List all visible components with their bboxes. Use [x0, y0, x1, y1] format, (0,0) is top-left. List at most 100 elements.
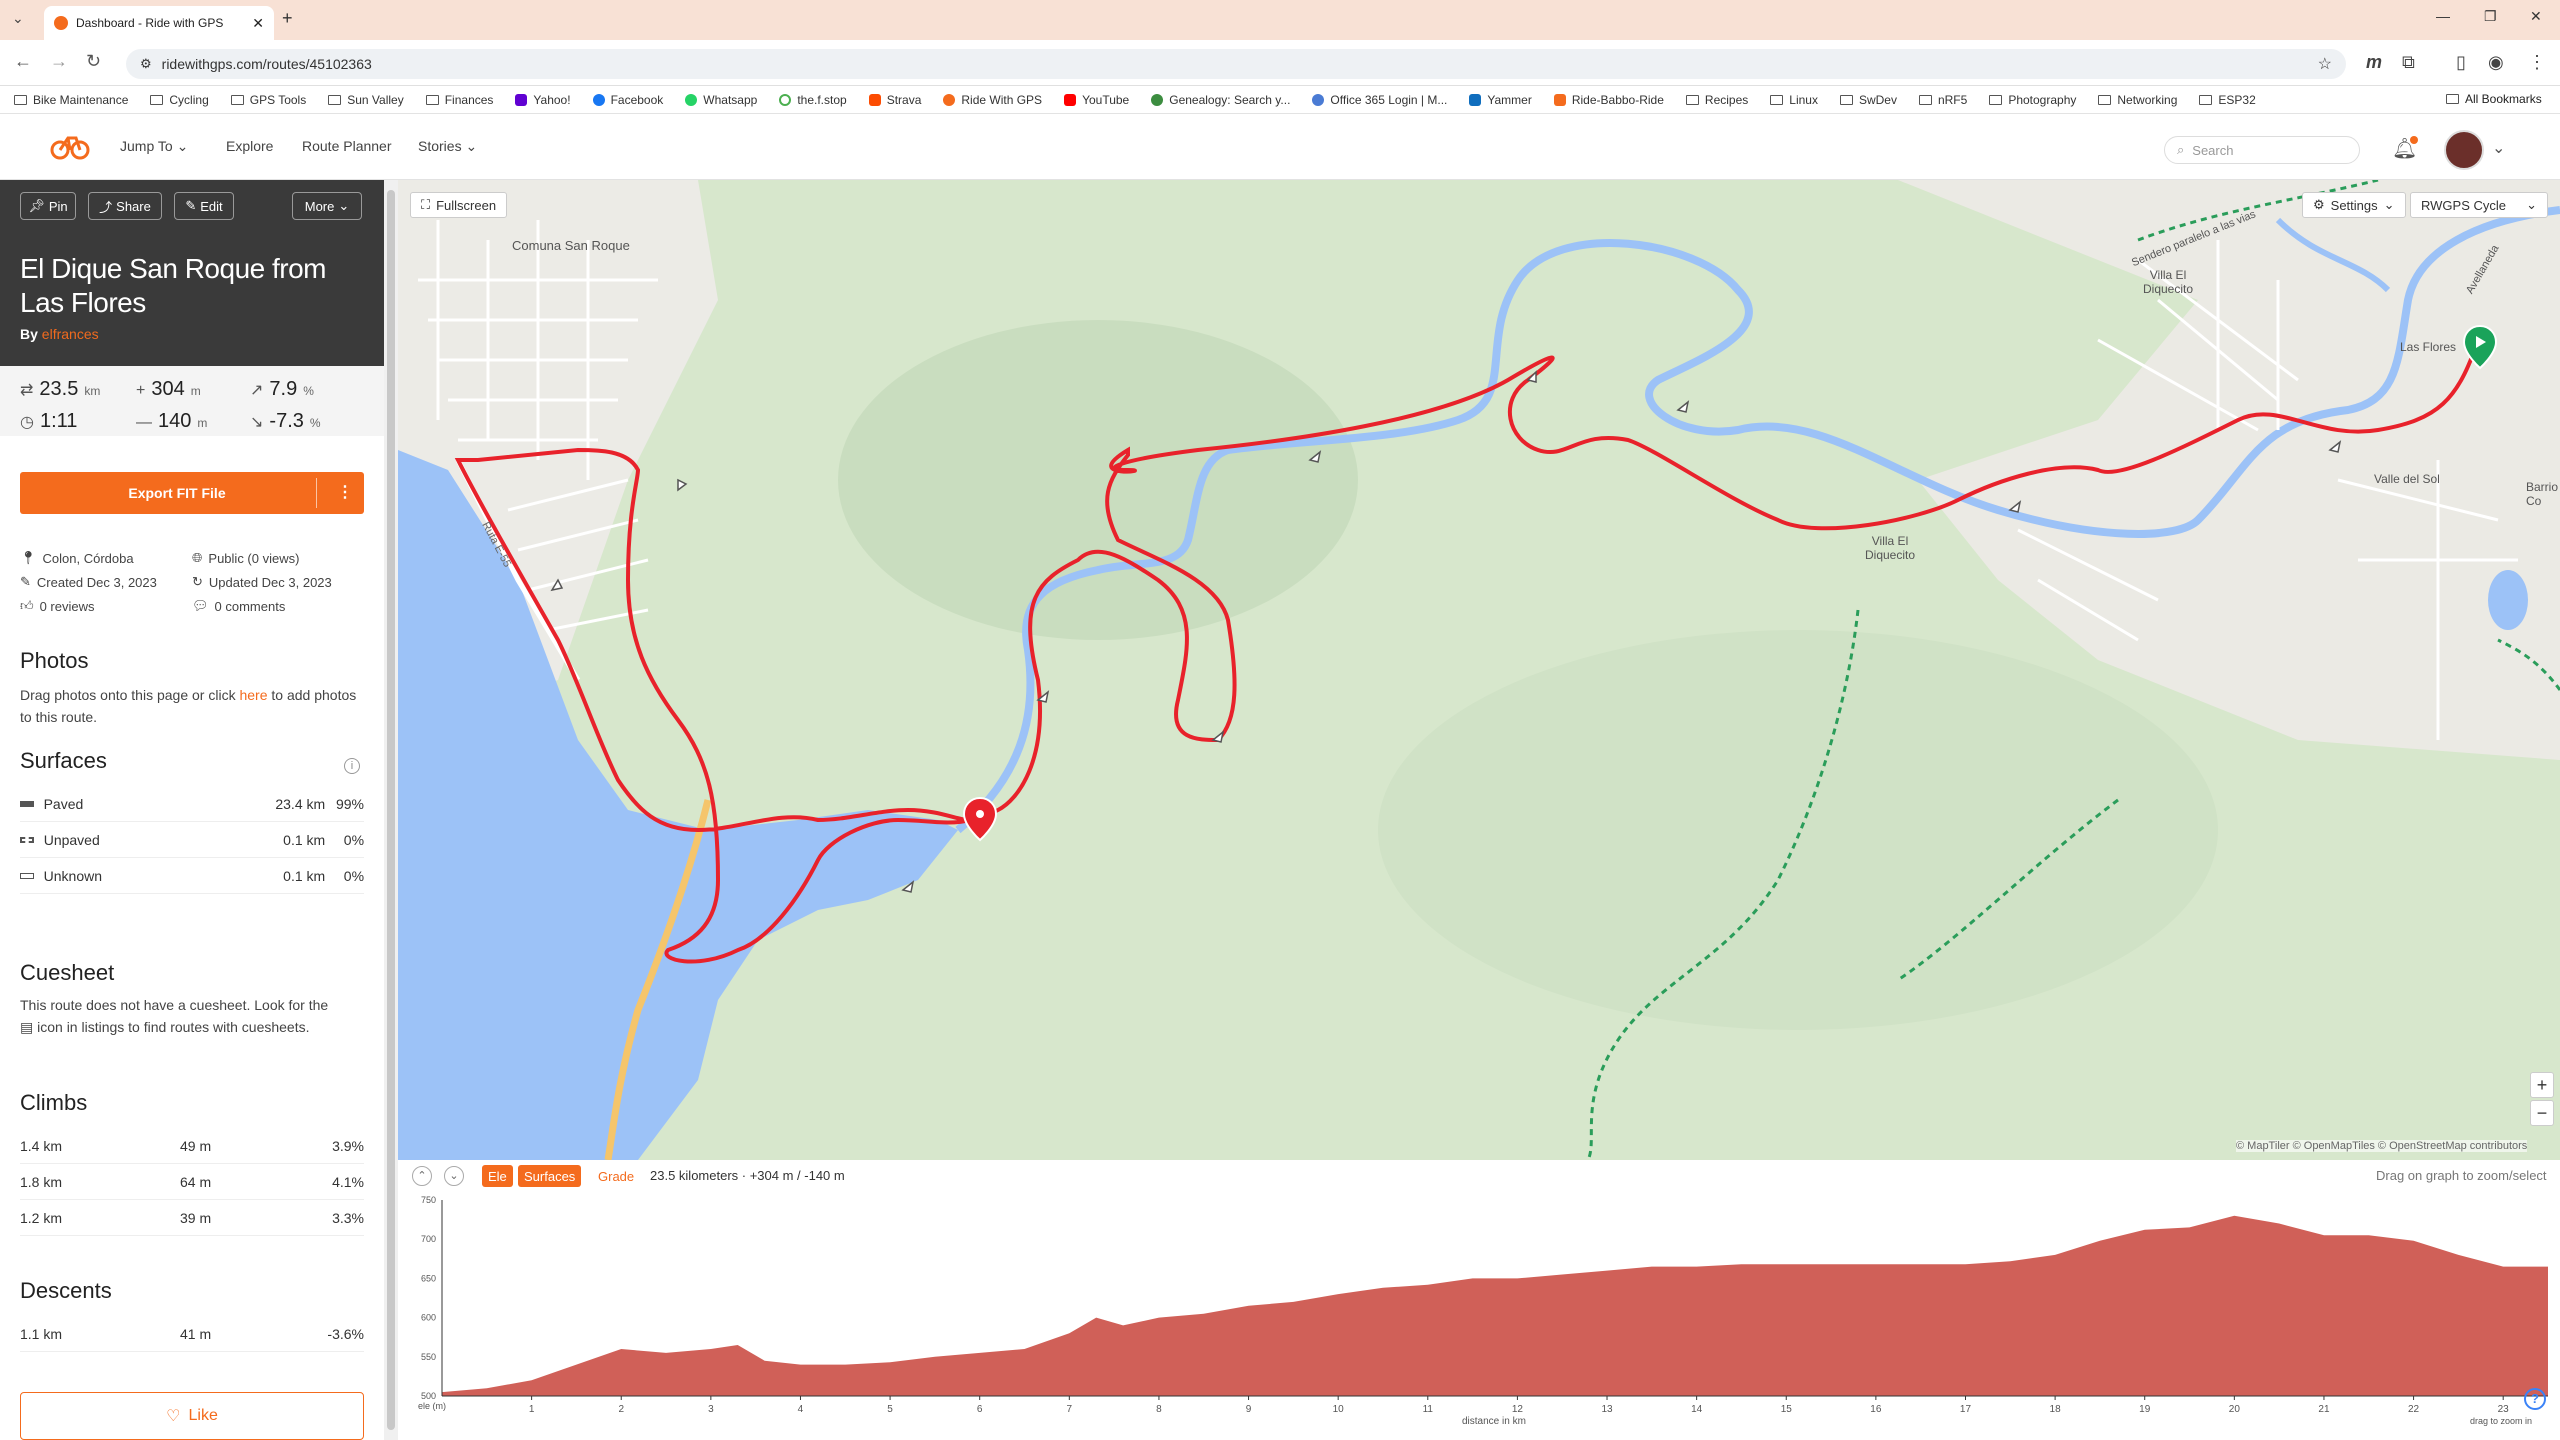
map-label-villa-south: Villa El Diquecito — [1864, 534, 1916, 562]
bookmark-item[interactable]: the.f.stop — [779, 93, 847, 107]
avatar[interactable] — [2444, 130, 2484, 170]
photos-upload-link[interactable]: here — [239, 687, 267, 703]
surfaces-tab[interactable]: Surfaces — [518, 1165, 582, 1187]
side-panel-icon[interactable]: ▯ — [2456, 52, 2466, 73]
address-bar[interactable]: ⚙ ridewithgps.com/routes/45102363 ☆ — [126, 49, 2346, 79]
ride-babbo-icon — [1553, 93, 1566, 106]
elevation-chart[interactable]: 500550600650700750 1 2 3 4 5 6 7 8 9 10 11 12 13 14 15… — [398, 1190, 2560, 1440]
restore-icon[interactable]: ❐ — [2484, 8, 2497, 25]
route-map[interactable]: Comuna San Roque Villa El Diquecito Las … — [398, 180, 2560, 1160]
bookmark-item[interactable]: Bike Maintenance — [14, 93, 128, 107]
reload-icon[interactable]: ↻ — [86, 51, 101, 72]
info-icon[interactable]: i — [344, 758, 360, 774]
bookmark-item[interactable]: Finances — [425, 93, 493, 107]
x-tick-label: 14 — [1691, 1404, 1703, 1415]
x-tick-label: 20 — [2229, 1404, 2241, 1415]
nav-jump-to[interactable]: Jump To ⌄ — [120, 138, 188, 155]
bookmark-item[interactable]: Linux — [1770, 93, 1818, 107]
bookmark-item[interactable]: Facebook — [592, 93, 663, 107]
tab-list-icon[interactable]: ⌄ — [12, 10, 24, 27]
fullscreen-button[interactable]: ⛶ Fullscreen — [410, 192, 508, 218]
zoom-in-button[interactable]: + — [2530, 1072, 2554, 1098]
like-button[interactable]: ♡ Like — [20, 1392, 364, 1440]
comments-link[interactable]: 💬︎ 0 comments — [192, 598, 285, 614]
bookmark-item[interactable]: Photography — [1989, 93, 2076, 107]
bookmark-item[interactable]: nRF5 — [1918, 93, 1967, 107]
nav-explore[interactable]: Explore — [226, 138, 273, 154]
bookmark-item[interactable]: Networking — [2098, 93, 2177, 107]
close-window-icon[interactable]: ✕ — [2530, 8, 2542, 25]
pencil-icon: ✎ — [20, 574, 31, 589]
folder-icon — [1839, 94, 1853, 105]
map-label-villa-north: Villa El Diquecito — [2142, 268, 2194, 296]
x-tick-label: 2 — [618, 1404, 624, 1415]
new-tab-icon[interactable]: + — [282, 8, 293, 29]
export-button[interactable]: Export FIT File ⋮ — [20, 472, 364, 514]
bookmark-item[interactable]: Yahoo! — [515, 93, 571, 107]
stat-elev-loss: —140 m — [136, 410, 208, 432]
collapse-up-icon[interactable]: ⌃ — [412, 1166, 432, 1186]
minus-icon: — — [136, 414, 152, 431]
bookmark-item[interactable]: ESP32 — [2199, 93, 2256, 107]
bookmark-item[interactable]: SwDev — [1839, 93, 1897, 107]
thumbs-up-icon: 👍︎ — [20, 598, 34, 613]
search-input[interactable]: ⌕ Search — [2164, 136, 2360, 164]
forward-icon[interactable]: → — [50, 51, 68, 72]
site-info-icon[interactable]: ⚙ — [140, 56, 152, 72]
back-icon[interactable]: ← — [14, 51, 32, 72]
chevron-down-icon[interactable]: ⌄ — [2492, 138, 2505, 158]
close-tab-icon[interactable]: ✕ — [252, 15, 264, 32]
pin-button[interactable]: 📌︎ Pin — [20, 192, 76, 220]
climb-row[interactable]: 1.2 km 39 m 3.3% — [20, 1200, 364, 1236]
y-axis: 500 550 600 650 700 750 — [421, 1195, 436, 1401]
bookmark-item[interactable]: GPS Tools — [230, 93, 306, 107]
map-settings-button[interactable]: ⚙ Settings ⌄ — [2302, 192, 2406, 218]
reviews-link[interactable]: 👍︎ 0 reviews — [20, 598, 95, 614]
all-bookmarks[interactable]: All Bookmarks — [2446, 92, 2542, 106]
scrollbar-thumb[interactable] — [387, 190, 395, 1430]
expand-down-icon[interactable]: ⌄ — [444, 1166, 464, 1186]
bookmark-item[interactable]: Cycling — [150, 93, 209, 107]
author-link[interactable]: elfrances — [42, 326, 99, 342]
end-marker-icon[interactable] — [962, 796, 998, 842]
bookmark-item[interactable]: Office 365 Login | M... — [1312, 93, 1447, 107]
zoom-out-button[interactable]: − — [2530, 1100, 2554, 1126]
bookmark-item[interactable]: Ride With GPS — [943, 93, 1042, 107]
share-button[interactable]: ⤴ Share — [88, 192, 162, 220]
minimize-icon[interactable]: — — [2436, 8, 2450, 24]
nav-route-planner[interactable]: Route Planner — [302, 138, 392, 154]
bookmark-item[interactable]: Ride-Babbo-Ride — [1553, 93, 1664, 107]
profile-icon[interactable]: ◉ — [2488, 52, 2504, 73]
map-layer-select[interactable]: RWGPS Cycle ⌄ — [2410, 192, 2548, 218]
extensions-icon[interactable]: ⧉ — [2402, 52, 2415, 73]
bookmark-item[interactable]: Recipes — [1685, 93, 1748, 107]
nav-stories[interactable]: Stories ⌄ — [418, 138, 477, 155]
document-icon: ▤ — [20, 1019, 34, 1035]
extension-m-icon[interactable]: m — [2366, 52, 2382, 73]
stat-min-grade: ↘ -7.3% — [250, 410, 321, 432]
bookmark-item[interactable]: Sun Valley — [328, 93, 404, 107]
climb-row[interactable]: 1.8 km 64 m 4.1% — [20, 1164, 364, 1200]
bookmark-item[interactable]: Strava — [868, 93, 921, 107]
ridewithgps-logo-icon[interactable] — [50, 134, 90, 160]
help-icon[interactable]: ? — [2524, 1388, 2546, 1410]
bookmark-item[interactable]: Whatsapp — [685, 93, 757, 107]
descent-row[interactable]: 1.1 km 41 m -3.6% — [20, 1316, 364, 1352]
bookmark-item[interactable]: Yammer — [1469, 93, 1532, 107]
climb-row[interactable]: 1.4 km 49 m 3.9% — [20, 1128, 364, 1164]
elevation-area[interactable] — [442, 1215, 2548, 1396]
route-header: 📌︎ Pin ⤴ Share ✎ Edit More ⌄ El Dique San Ro… — [0, 180, 384, 366]
edit-button[interactable]: ✎ Edit — [174, 192, 234, 220]
more-button[interactable]: More ⌄ — [292, 192, 362, 220]
bookmark-star-icon[interactable]: ☆ — [2318, 54, 2332, 74]
route-title: El Dique San Roque from Las Flores — [20, 253, 327, 318]
map-canvas[interactable] — [398, 180, 2560, 1160]
heart-icon: ♡ — [166, 1408, 181, 1425]
browser-tab[interactable]: Dashboard - Ride with GPS ✕ — [44, 6, 274, 40]
export-options-icon[interactable]: ⋮ — [326, 482, 364, 502]
grade-tab[interactable]: Grade — [592, 1165, 640, 1187]
bookmark-item[interactable]: Genealogy: Search y... — [1151, 93, 1290, 107]
menu-icon[interactable]: ⋮ — [2528, 52, 2546, 73]
ele-tab[interactable]: Ele — [482, 1165, 513, 1187]
bookmark-item[interactable]: YouTube — [1064, 93, 1129, 107]
